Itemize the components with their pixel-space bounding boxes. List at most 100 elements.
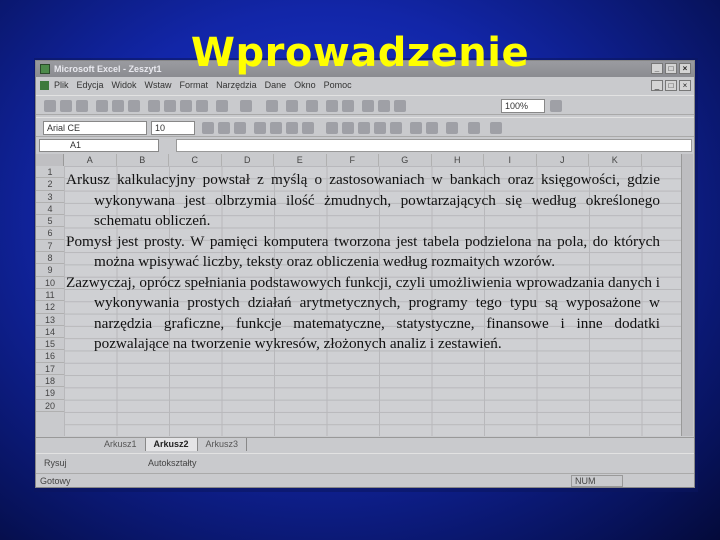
redo-icon[interactable]: [240, 100, 252, 112]
map-icon[interactable]: [378, 100, 390, 112]
row-header[interactable]: 10: [36, 277, 64, 289]
function-icon[interactable]: [306, 100, 318, 112]
increase-decimal-icon[interactable]: [374, 122, 386, 134]
open-icon[interactable]: [60, 100, 72, 112]
column-header[interactable]: G: [379, 154, 432, 166]
column-header[interactable]: K: [589, 154, 642, 166]
print-icon[interactable]: [96, 100, 108, 112]
row-header[interactable]: 5: [36, 215, 64, 228]
row-header[interactable]: 18: [36, 375, 64, 388]
borders-icon[interactable]: [446, 122, 458, 134]
new-icon[interactable]: [44, 100, 56, 112]
row-header[interactable]: 1: [36, 166, 64, 179]
name-box[interactable]: A1: [39, 139, 159, 152]
menu-plik[interactable]: Plik: [54, 78, 69, 93]
cut-icon[interactable]: [148, 100, 160, 112]
menu-pomoc[interactable]: Pomoc: [324, 78, 352, 93]
undo-icon[interactable]: [216, 100, 228, 112]
slide-title-text: Wprowadzenie: [190, 30, 530, 76]
fill-color-icon[interactable]: [468, 122, 480, 134]
vertical-scrollbar[interactable]: [681, 154, 693, 436]
row-header[interactable]: 11: [36, 289, 64, 302]
percent-icon[interactable]: [342, 122, 354, 134]
row-header[interactable]: 14: [36, 326, 64, 339]
draw-menu[interactable]: Rysuj: [44, 458, 67, 468]
row-header[interactable]: 17: [36, 363, 64, 376]
drawing-icon[interactable]: [394, 100, 406, 112]
font-size-select[interactable]: 10: [151, 121, 195, 135]
autosum-icon[interactable]: [286, 100, 298, 112]
menu-edycja[interactable]: Edycja: [77, 78, 104, 93]
row-header[interactable]: 7: [36, 240, 64, 253]
menu-okno[interactable]: Okno: [294, 78, 316, 93]
bold-icon[interactable]: [202, 122, 214, 134]
sheet-tabs: Arkusz1 Arkusz2 Arkusz3: [36, 437, 694, 451]
chart-wizard-icon[interactable]: [362, 100, 374, 112]
font-name-select[interactable]: Arial CE: [43, 121, 147, 135]
standard-toolbar: 100%: [36, 95, 694, 115]
underline-icon[interactable]: [234, 122, 246, 134]
column-header[interactable]: J: [537, 154, 589, 166]
doc-close-button[interactable]: ×: [679, 80, 691, 91]
decrease-indent-icon[interactable]: [410, 122, 422, 134]
menu-bar: Plik Edycja Widok Wstaw Format Narzędzia…: [36, 78, 694, 93]
sheet-tab-arkusz3[interactable]: Arkusz3: [198, 438, 248, 451]
align-left-icon[interactable]: [254, 122, 266, 134]
menu-narzedzia[interactable]: Narzędzia: [216, 78, 257, 93]
autoshapes-menu[interactable]: Autokształty: [148, 454, 197, 472]
row-header[interactable]: 6: [36, 227, 64, 240]
row-header[interactable]: 12: [36, 301, 64, 314]
column-header[interactable]: A: [64, 154, 117, 166]
menu-dane[interactable]: Dane: [265, 78, 287, 93]
save-icon[interactable]: [76, 100, 88, 112]
menu-wstaw[interactable]: Wstaw: [145, 78, 172, 93]
currency-icon[interactable]: [326, 122, 338, 134]
sort-descending-icon[interactable]: [342, 100, 354, 112]
select-all-corner[interactable]: [36, 154, 64, 166]
menu-format[interactable]: Format: [180, 78, 209, 93]
row-header[interactable]: 16: [36, 350, 64, 363]
merge-center-icon[interactable]: [302, 122, 314, 134]
increase-indent-icon[interactable]: [426, 122, 438, 134]
menu-widok[interactable]: Widok: [112, 78, 137, 93]
row-header[interactable]: 13: [36, 314, 64, 326]
align-center-icon[interactable]: [270, 122, 282, 134]
hyperlink-icon[interactable]: [266, 100, 278, 112]
zoom-select[interactable]: 100%: [501, 99, 545, 113]
sheet-tab-arkusz2[interactable]: Arkusz2: [145, 438, 198, 451]
column-header[interactable]: B: [117, 154, 169, 166]
row-header[interactable]: 15: [36, 338, 64, 351]
row-header[interactable]: 20: [36, 400, 64, 412]
doc-minimize-button[interactable]: _: [651, 80, 663, 91]
row-header[interactable]: 2: [36, 178, 64, 191]
font-color-icon[interactable]: [490, 122, 502, 134]
paste-icon[interactable]: [180, 100, 192, 112]
document-icon[interactable]: [40, 81, 49, 90]
format-painter-icon[interactable]: [196, 100, 208, 112]
row-header[interactable]: 4: [36, 203, 64, 216]
italic-icon[interactable]: [218, 122, 230, 134]
column-header[interactable]: E: [274, 154, 327, 166]
print-preview-icon[interactable]: [112, 100, 124, 112]
column-header[interactable]: D: [222, 154, 274, 166]
column-header[interactable]: I: [484, 154, 537, 166]
doc-maximize-button[interactable]: □: [665, 80, 677, 91]
column-header[interactable]: C: [169, 154, 222, 166]
column-header[interactable]: F: [327, 154, 379, 166]
decrease-decimal-icon[interactable]: [390, 122, 402, 134]
row-header[interactable]: 9: [36, 264, 64, 277]
row-header[interactable]: 3: [36, 191, 64, 203]
formatting-toolbar: Arial CE 10: [36, 117, 694, 137]
sheet-tab-arkusz1[interactable]: Arkusz1: [96, 438, 146, 451]
row-header[interactable]: 19: [36, 387, 64, 400]
help-icon[interactable]: [550, 100, 562, 112]
thousands-icon[interactable]: [358, 122, 370, 134]
copy-icon[interactable]: [164, 100, 176, 112]
column-header[interactable]: H: [432, 154, 484, 166]
formula-input[interactable]: [176, 139, 692, 152]
sort-ascending-icon[interactable]: [326, 100, 338, 112]
align-right-icon[interactable]: [286, 122, 298, 134]
formula-bar: A1: [36, 139, 694, 153]
row-header[interactable]: 8: [36, 252, 64, 265]
spelling-icon[interactable]: [128, 100, 140, 112]
